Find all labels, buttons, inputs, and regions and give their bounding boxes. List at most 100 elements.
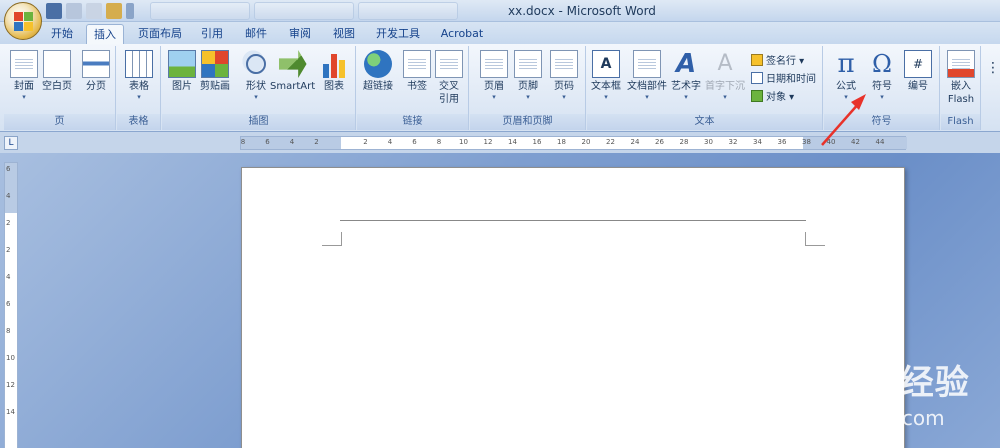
header-button[interactable]: 页眉 ▾ [480,50,508,101]
clip-art-button[interactable]: 剪贴画 [200,50,230,93]
ruler-tick: 38 [802,138,811,146]
page-number-icon [550,50,578,78]
group-page-label: 页 [4,114,115,130]
ruler-tick: 4 [289,138,295,146]
ruler-tick: 2 [363,138,368,146]
ruler-tick: 4 [387,138,393,146]
hyperlink-button[interactable]: 超链接 [363,50,393,93]
more-icon[interactable]: ⋮ [986,60,1000,76]
tab-view[interactable]: 视图 [328,24,360,44]
customize-qat-chevron-icon[interactable] [126,3,134,19]
vertical-ruler[interactable]: 6 4 2 2 4 6 8 10 12 14 [4,162,18,448]
window-tab[interactable] [358,2,458,20]
ruler-tick: 8 [6,327,11,335]
chevron-down-icon: ▾ [684,93,688,101]
undo-icon[interactable] [66,3,82,19]
picture-icon [168,50,196,78]
pi-icon: π [837,49,855,79]
window-title: xx.docx - Microsoft Word [508,4,656,18]
ruler-tick: 42 [851,138,860,146]
group-table-label: 表格 [117,114,160,130]
blank-page-icon [43,50,71,78]
save-icon[interactable] [46,3,62,19]
ruler-tick: 26 [655,138,664,146]
cover-page-label: 封面 [14,81,34,92]
drop-cap-label: 首字下沉 [705,81,745,92]
ruler-tick: 12 [483,138,493,146]
watermark-line2: jingyan.baidu.com [760,406,945,430]
chevron-down-icon: ▾ [645,93,649,101]
margin-corner-right [805,232,825,246]
object-button[interactable]: 对象 ▾ [751,88,794,103]
quick-parts-button[interactable]: 文档部件 ▾ [627,50,667,101]
blank-page-button[interactable]: 空白页 [42,50,72,93]
picture-label: 图片 [172,81,192,92]
bookmark-label: 书签 [407,81,427,92]
page-break-button[interactable]: 分页 [82,50,110,93]
ruler-tick: 22 [606,138,615,146]
cover-page-button[interactable]: 封面 ▾ [10,50,38,101]
clip-art-label: 剪贴画 [200,81,230,92]
redo-icon[interactable] [86,3,102,19]
chevron-down-icon: ▾ [22,93,26,101]
chart-button[interactable]: 图表 [320,50,348,93]
ruler-tick: 6 [6,165,11,173]
chevron-down-icon: ▾ [604,93,608,101]
globe-icon [364,50,392,78]
text-box-label: 文本框 [591,81,621,92]
page-number-label: 页码 [554,81,574,92]
object-label: 对象 ▾ [766,92,795,103]
tab-developer[interactable]: 开发工具 [372,24,424,44]
signature-icon [751,53,763,66]
office-button[interactable] [4,2,42,40]
wordart-label: 艺术字 [671,81,701,92]
numbering-button[interactable]: # 编号 [904,50,932,93]
window-tab[interactable] [150,2,250,20]
symbol-label: 符号 [872,81,892,92]
date-time-button[interactable]: 日期和时间 [751,70,816,85]
wordart-button[interactable]: A 艺术字 ▾ [671,50,701,101]
embed-flash-button[interactable]: 嵌入 Flash [947,50,975,106]
quick-parts-icon [633,50,661,78]
numbering-label: 编号 [908,81,928,92]
shapes-button[interactable]: 形状 ▾ [242,50,270,101]
text-box-button[interactable]: A 文本框 ▾ [591,50,621,101]
tab-stop-selector-icon[interactable]: L [4,136,18,150]
tab-page-layout[interactable]: 页面布局 [132,24,188,44]
footer-icon [514,50,542,78]
drop-cap-button[interactable]: A 首字下沉 ▾ [705,50,745,101]
blank-page-label: 空白页 [42,81,72,92]
tab-references[interactable]: 引用 [196,24,228,44]
clip-art-icon [201,50,229,78]
hyperlink-label: 超链接 [363,81,393,92]
margin-corner-left [322,232,342,246]
signature-line-button[interactable]: 签名行 ▾ [751,52,804,67]
group-flash-label: Flash [941,114,980,130]
window-tab[interactable] [254,2,354,20]
text-box-icon: A [592,50,620,78]
cross-reference-button[interactable]: 交叉 引用 [435,50,463,106]
tab-home[interactable]: 开始 [44,24,80,44]
bookmark-icon [403,50,431,78]
picture-button[interactable]: 图片 [168,50,196,93]
page-number-button[interactable]: 页码 ▾ [550,50,578,101]
group-overflow: ⋮ [982,46,1000,130]
tab-review[interactable]: 审阅 [284,24,316,44]
footer-button[interactable]: 页脚 ▾ [514,50,542,101]
taskbar-window-tabs [150,2,458,20]
equation-button[interactable]: π 公式 ▾ [832,50,860,101]
tab-insert[interactable]: 插入 [86,24,124,44]
tab-acrobat[interactable]: Acrobat [436,24,488,44]
horizontal-ruler[interactable]: 8 6 4 2 2 4 6 8 10 12 14 16 18 20 22 24 26 28 30 32 34 36 38 40… [240,136,907,150]
table-button[interactable]: 表格 ▾ [125,50,153,101]
equation-label: 公式 [836,81,856,92]
header-separator-line [340,220,806,221]
bookmark-button[interactable]: 书签 [403,50,431,93]
tab-mailings[interactable]: 邮件 [240,24,272,44]
ruler-tick: 28 [679,138,689,146]
ruler-tick: 2 [6,219,11,227]
smartart-button[interactable]: SmartArt [270,50,315,93]
ruler-tick: 24 [630,138,640,146]
symbol-button[interactable]: Ω 符号 ▾ [868,50,896,101]
print-preview-icon[interactable] [106,3,122,19]
